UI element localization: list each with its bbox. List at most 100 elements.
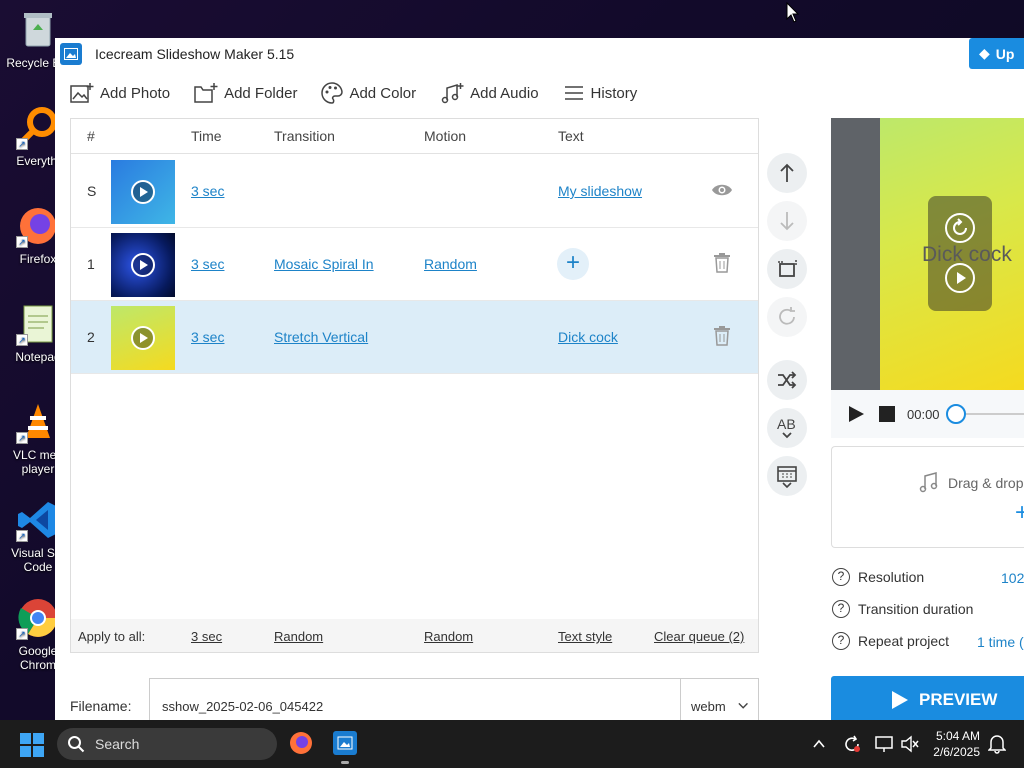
sync-icon[interactable]	[842, 734, 862, 754]
firefox-icon: ↗	[16, 204, 60, 248]
repeat-label: Repeat project	[858, 633, 950, 649]
history-button[interactable]: History	[563, 83, 637, 103]
time-link[interactable]: 3 sec	[191, 183, 224, 199]
mouse-cursor-icon	[786, 2, 800, 23]
svg-text:AB: AB	[777, 416, 796, 432]
transition-link[interactable]: Mosaic Spiral In	[274, 256, 374, 272]
shuffle-icon	[778, 371, 797, 389]
playback-time: 00:00	[907, 407, 940, 422]
text-link[interactable]: Dick cock	[558, 329, 618, 345]
app-window: Icecream Slideshow Maker 5.15 ◆ Up Add P…	[55, 38, 1024, 720]
music-note-icon	[919, 472, 938, 493]
dropzone-text: Drag & drop	[948, 475, 1024, 491]
table-row-start[interactable]: S 3 sec My slideshow	[71, 155, 758, 228]
slideshow-maker-taskbar-icon[interactable]	[333, 731, 357, 755]
add-text-button[interactable]: +	[557, 248, 589, 280]
header-num: #	[87, 128, 95, 144]
audio-dropzone[interactable]: Drag & drop +	[831, 446, 1024, 548]
player-controls: 00:00	[831, 390, 1024, 438]
trash-icon[interactable]	[713, 252, 731, 274]
table-row-selected[interactable]: 2 3 sec Stretch Vertical Dick cock	[71, 301, 758, 374]
transition-duration-setting: ? Transition duration	[832, 600, 973, 618]
play-icon[interactable]	[131, 326, 155, 350]
network-icon[interactable]	[874, 734, 894, 754]
preview-button[interactable]: PREVIEW	[831, 676, 1024, 720]
resolution-value[interactable]: 102	[1001, 570, 1024, 586]
add-photo-icon	[70, 83, 94, 103]
add-color-button[interactable]: Add Color	[321, 82, 416, 104]
taskbar: Search 5:04 AM 2/6/2025	[0, 720, 1024, 768]
add-photo-button[interactable]: Add Photo	[70, 82, 170, 104]
rotate-button[interactable]	[767, 297, 807, 337]
video-preview[interactable]: Dick cock	[831, 118, 1024, 390]
upgrade-label: Up	[995, 45, 1015, 62]
taskbar-search[interactable]: Search	[57, 728, 277, 760]
add-audio-icon	[441, 83, 464, 104]
time-link[interactable]: 3 sec	[191, 256, 224, 272]
sort-date-button[interactable]	[767, 456, 807, 496]
seek-slider-handle[interactable]	[946, 404, 966, 424]
title-bar[interactable]: Icecream Slideshow Maker 5.15 ◆ Up	[55, 38, 1024, 70]
windows-start-icon[interactable]	[20, 733, 44, 757]
preview-button-label: PREVIEW	[919, 690, 998, 709]
add-audio-button[interactable]: Add Audio	[440, 82, 539, 104]
slide-thumbnail[interactable]	[111, 160, 175, 224]
filename-label: Filename:	[70, 698, 132, 714]
apply-motion-link[interactable]: Random	[424, 629, 473, 644]
replay-icon[interactable]	[944, 212, 976, 244]
stop-icon[interactable]	[879, 406, 895, 422]
time-link[interactable]: 3 sec	[191, 329, 224, 345]
vlc-cone-icon: ↗	[16, 400, 60, 444]
header-transition: Transition	[274, 128, 335, 144]
system-clock[interactable]: 5:04 AM 2/6/2025	[933, 728, 980, 760]
transition-duration-label: Transition duration	[858, 601, 974, 617]
transition-link[interactable]: Stretch Vertical	[274, 329, 368, 345]
rotate-icon	[779, 307, 795, 325]
header-text: Text	[558, 128, 584, 144]
move-down-button[interactable]	[767, 201, 807, 241]
clear-queue-link[interactable]: Clear queue (2)	[654, 629, 744, 644]
motion-link[interactable]: Random	[424, 256, 477, 272]
text-style-link[interactable]: Text style	[558, 629, 612, 644]
play-icon[interactable]	[131, 253, 155, 277]
crop-button[interactable]	[767, 249, 807, 289]
play-icon[interactable]	[847, 405, 865, 423]
apply-transition-link[interactable]: Random	[274, 629, 323, 644]
slide-thumbnail[interactable]	[111, 233, 175, 297]
chevron-up-icon[interactable]	[812, 738, 826, 750]
trash-icon[interactable]	[713, 325, 731, 347]
help-icon[interactable]: ?	[832, 600, 850, 618]
play-icon	[892, 691, 908, 709]
firefox-taskbar-icon[interactable]	[289, 731, 313, 755]
header-time: Time	[191, 128, 222, 144]
move-up-button[interactable]	[767, 153, 807, 193]
play-icon[interactable]	[131, 180, 155, 204]
apply-to-all-bar: Apply to all: 3 sec Random Random Text s…	[71, 619, 758, 652]
help-icon[interactable]: ?	[832, 568, 850, 586]
notification-bell-icon[interactable]	[988, 734, 1006, 754]
format-dropdown[interactable]: webm	[680, 678, 759, 720]
plus-icon[interactable]: +	[1015, 499, 1024, 527]
resolution-setting: ? Resolution	[832, 568, 924, 586]
help-icon[interactable]: ?	[832, 632, 850, 650]
add-folder-button[interactable]: Add Folder	[194, 82, 297, 104]
apply-time-link[interactable]: 3 sec	[191, 629, 222, 644]
upgrade-button[interactable]: ◆ Up	[969, 38, 1024, 69]
everything-search-icon: ↗	[16, 106, 60, 150]
preview-overlay-text: Dick cock	[922, 243, 1012, 266]
sort-ab-button[interactable]: AB	[767, 408, 807, 448]
text-link[interactable]: My slideshow	[558, 183, 642, 199]
slide-thumbnail[interactable]	[111, 306, 175, 370]
arrow-down-icon	[780, 212, 794, 231]
shuffle-button[interactable]	[767, 360, 807, 400]
seek-track[interactable]	[966, 413, 1024, 415]
table-row[interactable]: 1 3 sec Mosaic Spiral In Random +	[71, 228, 758, 301]
filename-input[interactable]: sshow_2025-02-06_045422	[149, 678, 680, 720]
format-value: webm	[691, 699, 726, 714]
chevron-down-icon	[738, 702, 748, 709]
eye-icon[interactable]	[711, 179, 733, 201]
active-app-indicator	[341, 761, 349, 764]
volume-muted-icon[interactable]	[900, 734, 920, 754]
window-title: Icecream Slideshow Maker 5.15	[95, 46, 295, 62]
repeat-value[interactable]: 1 time (	[977, 634, 1024, 650]
